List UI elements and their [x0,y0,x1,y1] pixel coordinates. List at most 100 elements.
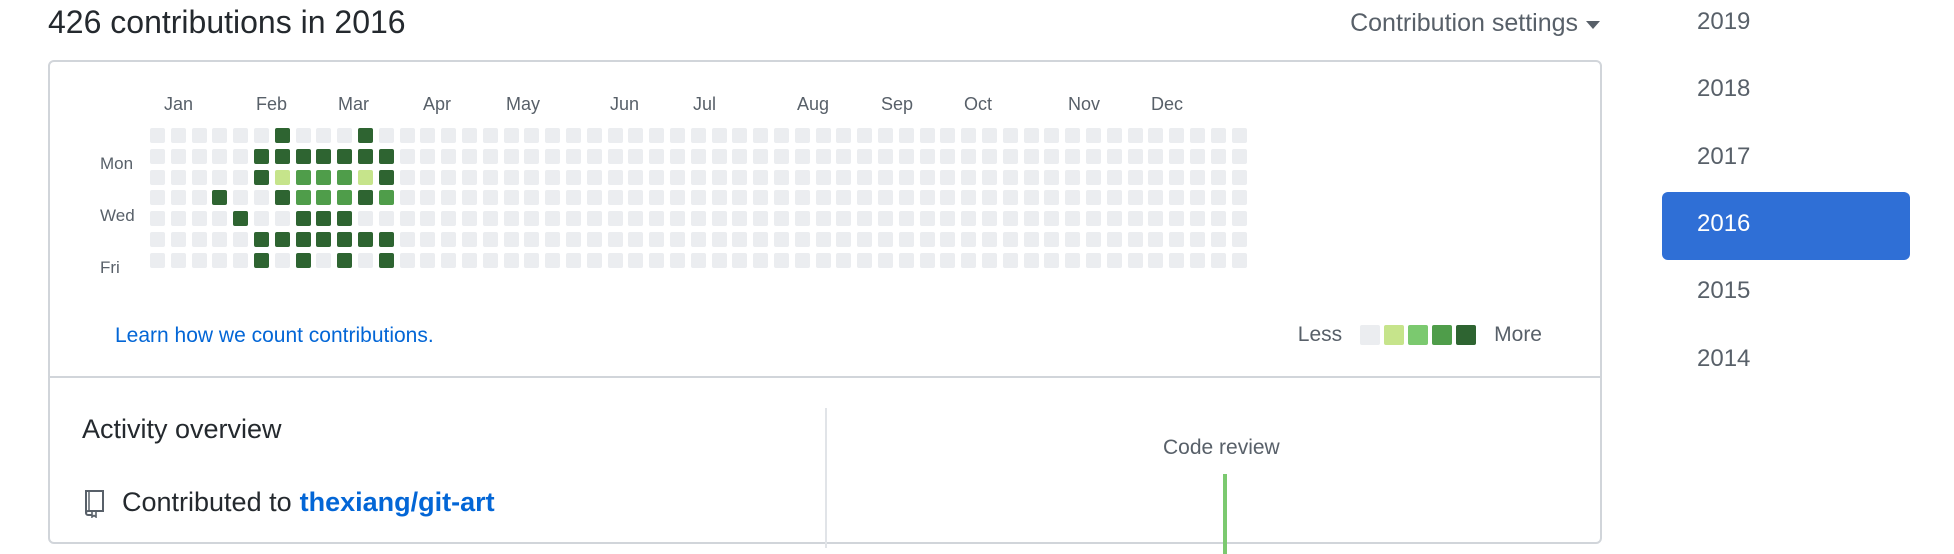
contribution-day[interactable] [691,211,706,226]
contribution-day[interactable] [379,190,394,205]
contribution-day[interactable] [940,232,955,247]
contribution-day[interactable] [171,149,186,164]
contribution-day[interactable] [1003,170,1018,185]
contribution-day[interactable] [961,190,976,205]
contribution-day[interactable] [566,128,581,143]
contribution-day[interactable] [483,232,498,247]
contribution-day[interactable] [961,128,976,143]
contribution-day[interactable] [857,149,872,164]
contribution-day[interactable] [816,170,831,185]
contribution-day[interactable] [753,190,768,205]
contribution-day[interactable] [920,232,935,247]
contribution-day[interactable] [608,253,623,268]
contribution-day[interactable] [212,232,227,247]
contribution-day[interactable] [545,128,560,143]
contribution-day[interactable] [587,232,602,247]
contribution-settings-button[interactable]: Contribution settings [1350,9,1600,38]
contribution-day[interactable] [753,149,768,164]
contribution-day[interactable] [1003,190,1018,205]
contribution-day[interactable] [1065,128,1080,143]
contribution-day[interactable] [400,149,415,164]
contribution-day[interactable] [545,253,560,268]
contribution-day[interactable] [1107,190,1122,205]
contribution-day[interactable] [816,253,831,268]
contribution-day[interactable] [150,253,165,268]
contribution-day[interactable] [233,211,248,226]
contribution-day[interactable] [316,190,331,205]
contribution-day[interactable] [920,190,935,205]
contribution-day[interactable] [920,253,935,268]
contribution-day[interactable] [982,170,997,185]
contribution-day[interactable] [899,232,914,247]
contribution-day[interactable] [961,170,976,185]
year-link-2018[interactable]: 2018 [1662,57,1910,125]
contribution-day[interactable] [878,170,893,185]
contribution-day[interactable] [691,128,706,143]
contribution-day[interactable] [254,190,269,205]
contribution-day[interactable] [1044,128,1059,143]
contribution-day[interactable] [795,149,810,164]
contribution-day[interactable] [982,211,997,226]
contribution-day[interactable] [732,253,747,268]
contribution-day[interactable] [192,149,207,164]
contribution-day[interactable] [171,232,186,247]
contribution-day[interactable] [545,211,560,226]
contribution-day[interactable] [587,253,602,268]
contribution-day[interactable] [379,170,394,185]
contribution-day[interactable] [337,149,352,164]
contribution-day[interactable] [1169,211,1184,226]
contribution-day[interactable] [1065,170,1080,185]
contribution-day[interactable] [920,128,935,143]
contribution-day[interactable] [982,253,997,268]
contribution-day[interactable] [441,232,456,247]
contribution-day[interactable] [878,211,893,226]
contribution-day[interactable] [296,128,311,143]
contribution-day[interactable] [712,149,727,164]
contribution-day[interactable] [316,170,331,185]
contribution-day[interactable] [379,149,394,164]
contribution-day[interactable] [628,128,643,143]
contribution-day[interactable] [1065,149,1080,164]
contribution-day[interactable] [940,190,955,205]
contribution-day[interactable] [192,128,207,143]
contribution-day[interactable] [462,253,477,268]
contribution-day[interactable] [774,128,789,143]
contribution-day[interactable] [296,149,311,164]
contribution-day[interactable] [836,128,851,143]
contribution-day[interactable] [836,170,851,185]
contribution-day[interactable] [1003,149,1018,164]
contribution-day[interactable] [732,149,747,164]
contribution-day[interactable] [628,211,643,226]
contribution-day[interactable] [400,190,415,205]
contribution-day[interactable] [337,253,352,268]
contribution-day[interactable] [420,232,435,247]
year-link-2014[interactable]: 2014 [1662,327,1910,395]
contribution-day[interactable] [628,170,643,185]
contribution-day[interactable] [878,128,893,143]
contribution-day[interactable] [545,190,560,205]
contribution-day[interactable] [899,253,914,268]
contribution-day[interactable] [212,128,227,143]
contribution-day[interactable] [712,128,727,143]
contribution-day[interactable] [1024,128,1039,143]
contribution-day[interactable] [712,190,727,205]
contribution-day[interactable] [753,128,768,143]
contribution-day[interactable] [670,170,685,185]
contribution-day[interactable] [691,170,706,185]
contribution-day[interactable] [441,170,456,185]
contribution-day[interactable] [774,232,789,247]
contribution-day[interactable] [940,128,955,143]
contribution-day[interactable] [732,232,747,247]
contribution-day[interactable] [1065,190,1080,205]
contribution-day[interactable] [878,253,893,268]
contribution-day[interactable] [171,211,186,226]
contribution-day[interactable] [795,170,810,185]
contribution-day[interactable] [504,128,519,143]
contribution-day[interactable] [712,232,727,247]
contribution-day[interactable] [1211,190,1226,205]
contribution-day[interactable] [1044,170,1059,185]
contribution-day[interactable] [296,253,311,268]
contribution-day[interactable] [316,128,331,143]
contribution-day[interactable] [628,149,643,164]
contribution-day[interactable] [483,190,498,205]
